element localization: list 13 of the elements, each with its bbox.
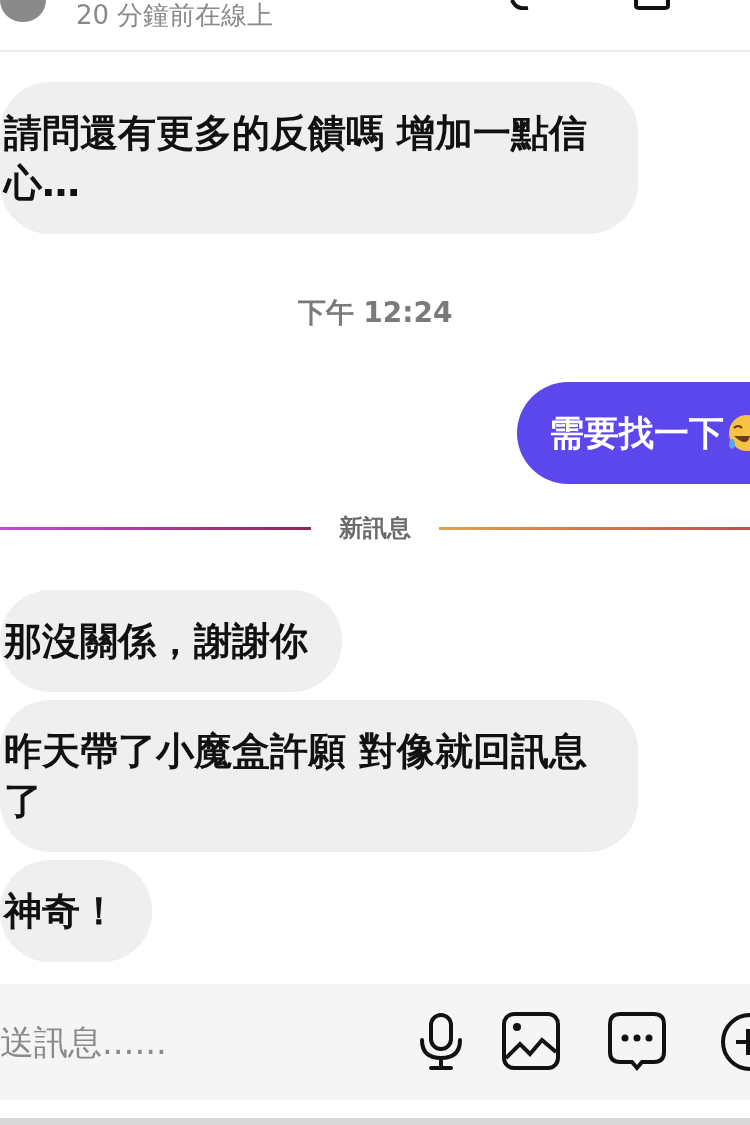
laughing-face-icon (728, 414, 750, 452)
avatar[interactable] (0, 0, 46, 22)
new-messages-label: 新訊息 (338, 513, 412, 544)
image-icon[interactable] (502, 1012, 560, 1072)
message-bubble: 神奇！ (0, 860, 152, 962)
timestamp: 下午 12:24 (297, 295, 453, 331)
message-bubble: 那沒關係，謝謝你 (0, 590, 342, 692)
message-bubble: 昨天帶了小魔盒許願 對像就回訊息了 (0, 700, 638, 852)
chat-bubble-icon[interactable] (608, 1012, 666, 1072)
message-bubble: 請問還有更多的反饋嗎 增加一點信心… (0, 82, 638, 234)
message-field[interactable]: 送訊息...... (0, 1022, 368, 1062)
message-bubble: 需要找一下 (517, 382, 750, 484)
status-text: 20 分鐘前在線上 (76, 0, 275, 30)
